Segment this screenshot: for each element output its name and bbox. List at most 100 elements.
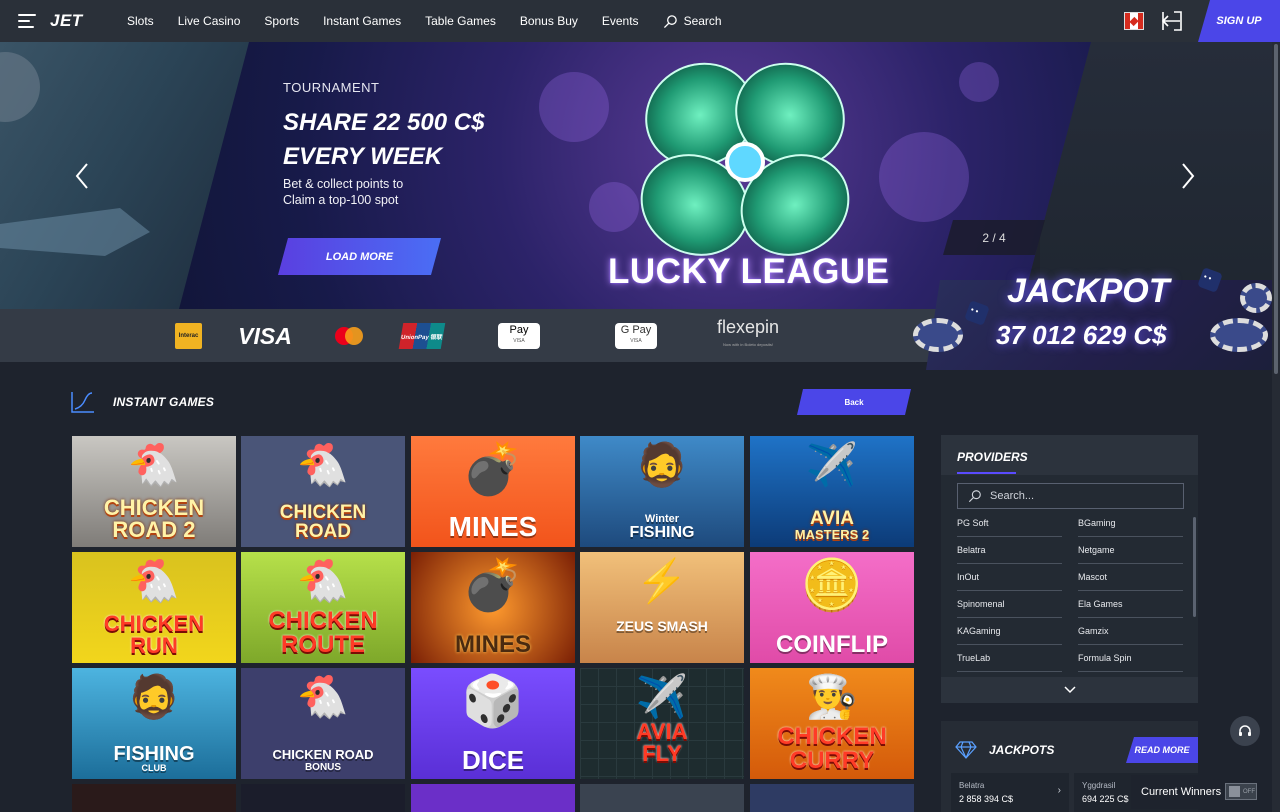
chevron-left-icon[interactable]: [74, 162, 90, 190]
switch-knob: [1229, 786, 1240, 797]
game-tile[interactable]: [580, 784, 744, 812]
game-title: CHICKEN CURRY: [777, 723, 887, 774]
provider-item[interactable]: Spinomenal: [957, 591, 1062, 618]
game-tile[interactable]: 🪙 COINFLIP: [750, 552, 914, 663]
nav-sports[interactable]: Sports: [264, 14, 299, 28]
google-pay-visa: VISA: [630, 338, 642, 344]
hero-description: Bet & collect points to Claim a top-100 …: [283, 176, 483, 208]
provider-item[interactable]: Belatra: [957, 537, 1062, 564]
providers-scrollbar[interactable]: [1193, 517, 1196, 617]
game-title: ZEUS SMASH: [616, 618, 708, 634]
provider-item[interactable]: PG Soft: [957, 510, 1062, 537]
game-title: AVIA FLY: [636, 719, 688, 766]
provider-item[interactable]: Netgame: [1078, 537, 1183, 564]
providers-list-container: Search... PG Soft BGaming Belatra Netgam…: [941, 475, 1198, 677]
hero-image-title: LUCKY LEAGUE: [608, 252, 890, 291]
hero-title-line2: EVERY WEEK: [283, 143, 443, 170]
game-tile[interactable]: ✈️ AVIA FLY: [580, 668, 744, 779]
game-title: CHICKEN ROAD: [279, 502, 367, 542]
provider-search-input[interactable]: Search...: [957, 483, 1184, 509]
provider-item[interactable]: Mascot: [1078, 564, 1183, 591]
slide-counter: 2 / 4: [943, 220, 1045, 255]
game-tile[interactable]: [411, 784, 575, 812]
provider-item[interactable]: BGaming: [1078, 510, 1183, 537]
provider-item[interactable]: TrueLab: [957, 645, 1062, 672]
game-tile[interactable]: 🐔 CHICKEN ROUTE: [241, 552, 405, 663]
nav-bonus-buy[interactable]: Bonus Buy: [520, 14, 578, 28]
game-title: DICE: [461, 745, 525, 775]
game-tile[interactable]: 🐔 CHICKEN ROAD 2: [72, 436, 236, 547]
game-title: COINFLIP: [776, 631, 888, 658]
provider-item[interactable]: Ela Games: [1078, 591, 1183, 618]
game-tile[interactable]: [72, 784, 236, 812]
game-tile[interactable]: 🐔 CHICKEN RUN: [72, 552, 236, 663]
game-tile[interactable]: [750, 784, 914, 812]
read-more-button[interactable]: READ MORE: [1126, 737, 1198, 763]
hero-title-line1: SHARE 22 500 C$: [283, 109, 485, 136]
signup-button[interactable]: SIGN UP: [1198, 0, 1280, 42]
nav-search[interactable]: Search: [663, 14, 722, 29]
casino-chip-icon: [1240, 283, 1272, 313]
providers-panel: PROVIDERS Search... PG Soft BGaming Bela…: [941, 435, 1198, 703]
game-title: AVIA MASTERS 2: [794, 508, 870, 542]
canada-flag-icon[interactable]: [1124, 12, 1144, 30]
google-pay-label: G Pay: [620, 324, 652, 336]
hero-desc-line2: Claim a top-100 spot: [283, 193, 399, 207]
game-tile[interactable]: 👨‍🍳 CHICKEN CURRY: [750, 668, 914, 779]
section-title: INSTANT GAMES: [113, 395, 215, 409]
chevron-right-icon[interactable]: [1180, 162, 1196, 190]
game-title: MINES: [448, 511, 538, 542]
flexepin-logo: flexepin Now with in Boleto deposits!: [713, 318, 783, 349]
game-title: Winter FISHING: [629, 513, 695, 541]
providers-expand[interactable]: [941, 677, 1198, 703]
diamond-icon: [955, 741, 977, 759]
current-winners-label: Current Winners: [1141, 786, 1222, 798]
chevron-right-icon: ›: [1057, 785, 1061, 796]
jackpot-provider: Belatra: [959, 781, 985, 790]
login-icon[interactable]: [1161, 11, 1183, 31]
game-tile[interactable]: 💣 MINES: [411, 436, 575, 547]
jackpot-amount: 2 858 394 C$: [959, 794, 1014, 804]
game-tile[interactable]: 🧔 Winter FISHING: [580, 436, 744, 547]
bomb-icon: 💣: [461, 441, 525, 497]
game-title: FISHING CLUB: [113, 743, 195, 773]
game-tile[interactable]: 🐔 CHICKEN ROAD: [241, 436, 405, 547]
providers-underline: [957, 472, 1016, 474]
provider-item[interactable]: Gamzix: [1078, 618, 1183, 645]
game-tile[interactable]: ⚡ ZEUS SMASH: [580, 552, 744, 663]
nav-live-casino[interactable]: Live Casino: [178, 14, 241, 28]
nav-slots[interactable]: Slots: [127, 14, 154, 28]
provider-item[interactable]: KAGaming: [957, 618, 1062, 645]
chicken-icon: 🐔: [127, 441, 181, 488]
support-headset-icon[interactable]: [1230, 716, 1260, 746]
payment-methods-bar: Interac VISA UnionPay 银联 Pay VISA G Pay …: [0, 309, 960, 362]
nav-instant-games[interactable]: Instant Games: [323, 14, 401, 28]
jackpot-card[interactable]: Belatra 2 858 394 C$ ›: [951, 773, 1069, 812]
switch-state: OFF: [1243, 788, 1255, 795]
load-more-button[interactable]: LOAD MORE: [278, 238, 441, 275]
providers-title: PROVIDERS: [957, 450, 1028, 464]
game-tile[interactable]: [241, 784, 405, 812]
provider-search-placeholder: Search...: [990, 490, 1035, 502]
page-scrollbar[interactable]: [1272, 42, 1280, 812]
provider-item[interactable]: InOut: [957, 564, 1062, 591]
top-bar: JET Slots Live Casino Sports Instant Gam…: [0, 0, 1280, 42]
main-nav: Slots Live Casino Sports Instant Games T…: [127, 0, 746, 42]
logo[interactable]: JET: [50, 11, 83, 31]
search-label: Search: [683, 14, 722, 28]
jackpot-title: JACKPOT: [1007, 272, 1170, 310]
provider-item[interactable]: Formula Spin: [1078, 645, 1183, 672]
game-title: MINES: [454, 631, 531, 658]
current-winners-toggle[interactable]: Current Winners OFF: [1131, 775, 1264, 809]
menu-icon[interactable]: [18, 14, 38, 28]
game-tile[interactable]: 🧔 FISHING CLUB: [72, 668, 236, 779]
winners-switch[interactable]: OFF: [1225, 783, 1257, 800]
nav-table-games[interactable]: Table Games: [425, 14, 496, 28]
game-tile[interactable]: 🎲 DICE: [411, 668, 575, 779]
back-button[interactable]: Back: [797, 389, 911, 415]
game-tile[interactable]: ✈️ AVIA MASTERS 2: [750, 436, 914, 547]
game-tile[interactable]: 🐔 CHICKEN ROAD BONUS: [241, 668, 405, 779]
nav-events[interactable]: Events: [602, 14, 639, 28]
game-tile[interactable]: 💣 MINES: [411, 552, 575, 663]
jackpots-title: JACKPOTS: [989, 743, 1055, 757]
